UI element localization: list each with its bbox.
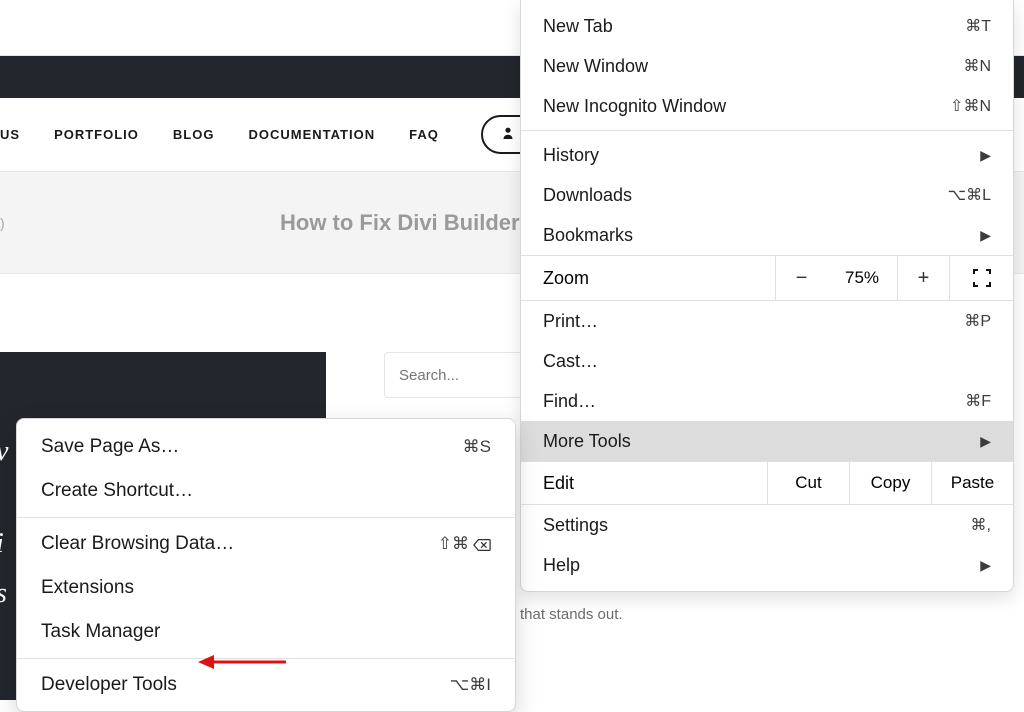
menu-item-label: Print…: [543, 311, 598, 332]
zoom-label: Zoom: [521, 268, 775, 289]
submenu-item-save-page[interactable]: Save Page As… ⌘S: [17, 425, 515, 469]
submenu-item-create-shortcut[interactable]: Create Shortcut…: [17, 469, 515, 513]
menu-item-label: Clear Browsing Data…: [41, 533, 234, 555]
menu-item-label: Help: [543, 555, 580, 576]
menu-item-label: Save Page As…: [41, 436, 179, 458]
nav-item-documentation[interactable]: DOCUMENTATION: [248, 127, 375, 142]
menu-shortcut: ⇧⌘N: [950, 96, 991, 116]
more-tools-submenu: Save Page As… ⌘S Create Shortcut… Clear …: [16, 418, 516, 712]
menu-item-label: Find…: [543, 391, 596, 412]
menu-item-label: Extensions: [41, 577, 134, 599]
zoom-out-button[interactable]: −: [775, 256, 827, 300]
menu-shortcut: ⇧⌘: [438, 534, 491, 554]
fullscreen-button[interactable]: [949, 256, 1013, 300]
menu-shortcut: ⌘T: [965, 16, 991, 36]
nav-item-faq[interactable]: FAQ: [409, 127, 439, 142]
nav-item-portfolio[interactable]: PORTFOLIO: [54, 127, 139, 142]
zoom-in-button[interactable]: +: [897, 256, 949, 300]
menu-item-label: New Tab: [543, 16, 613, 37]
person-icon: [503, 127, 513, 142]
delete-key-icon: [473, 537, 491, 551]
submenu-item-extensions[interactable]: Extensions: [17, 566, 515, 610]
menu-item-label: Create Shortcut…: [41, 480, 193, 502]
browser-menu: New Tab ⌘T New Window ⌘N New Incognito W…: [520, 0, 1014, 592]
hero-line: v: [0, 436, 8, 468]
chevron-right-icon: ▶: [980, 147, 991, 164]
menu-item-history[interactable]: History ▶: [521, 135, 1013, 175]
hero-line: i: [0, 528, 4, 560]
menu-shortcut: ⌘,: [971, 515, 991, 535]
submenu-item-developer-tools[interactable]: Developer Tools ⌥⌘I: [17, 663, 515, 707]
menu-item-label: More Tools: [543, 431, 631, 452]
menu-item-edit: Edit Cut Copy Paste: [521, 461, 1013, 505]
menu-item-label: History: [543, 145, 599, 166]
menu-item-find[interactable]: Find… ⌘F: [521, 381, 1013, 421]
edit-label: Edit: [521, 473, 767, 494]
hero-line: s: [0, 578, 7, 610]
menu-item-cast[interactable]: Cast…: [521, 341, 1013, 381]
nav-item-blog[interactable]: BLOG: [173, 127, 215, 142]
menu-item-label: Settings: [543, 515, 608, 536]
fullscreen-icon: [973, 269, 991, 287]
menu-item-print[interactable]: Print… ⌘P: [521, 301, 1013, 341]
copy-button[interactable]: Copy: [849, 462, 931, 504]
menu-item-label: New Window: [543, 56, 648, 77]
menu-item-settings[interactable]: Settings ⌘,: [521, 505, 1013, 545]
menu-item-incognito[interactable]: New Incognito Window ⇧⌘N: [521, 86, 1013, 126]
submenu-item-clear-data[interactable]: Clear Browsing Data… ⇧⌘: [17, 522, 515, 566]
zoom-value: 75%: [827, 268, 897, 288]
menu-shortcut: ⌘S: [463, 437, 491, 457]
menu-shortcut: ⌘F: [965, 391, 991, 411]
menu-separator: [521, 130, 1013, 131]
menu-shortcut: ⌥⌘L: [948, 185, 991, 205]
menu-shortcut: ⌘P: [964, 311, 991, 331]
breadcrumb-fragment: ): [0, 215, 5, 231]
cut-button[interactable]: Cut: [767, 462, 849, 504]
menu-item-help[interactable]: Help ▶: [521, 545, 1013, 585]
menu-item-more-tools[interactable]: More Tools ▶: [521, 421, 1013, 461]
menu-item-label: Downloads: [543, 185, 632, 206]
menu-item-label: Developer Tools: [41, 674, 177, 696]
menu-item-label: Task Manager: [41, 621, 160, 643]
menu-separator: [17, 517, 515, 518]
submenu-item-task-manager[interactable]: Task Manager: [17, 610, 515, 654]
chevron-right-icon: ▶: [980, 227, 991, 244]
menu-item-zoom: Zoom − 75% +: [521, 255, 1013, 301]
menu-item-label: Bookmarks: [543, 225, 633, 246]
menu-item-downloads[interactable]: Downloads ⌥⌘L: [521, 175, 1013, 215]
chevron-right-icon: ▶: [980, 557, 991, 574]
menu-item-new-tab[interactable]: New Tab ⌘T: [521, 6, 1013, 46]
menu-shortcut: ⌥⌘I: [450, 675, 491, 695]
menu-item-label: Cast…: [543, 351, 598, 372]
menu-separator: [17, 658, 515, 659]
menu-item-new-window[interactable]: New Window ⌘N: [521, 46, 1013, 86]
menu-shortcut: ⌘N: [963, 56, 991, 76]
menu-item-bookmarks[interactable]: Bookmarks ▶: [521, 215, 1013, 255]
body-text-fragment: that stands out.: [520, 606, 623, 623]
menu-item-label: New Incognito Window: [543, 96, 726, 117]
chevron-right-icon: ▶: [980, 433, 991, 450]
nav-item-us[interactable]: US: [0, 127, 20, 142]
paste-button[interactable]: Paste: [931, 462, 1013, 504]
